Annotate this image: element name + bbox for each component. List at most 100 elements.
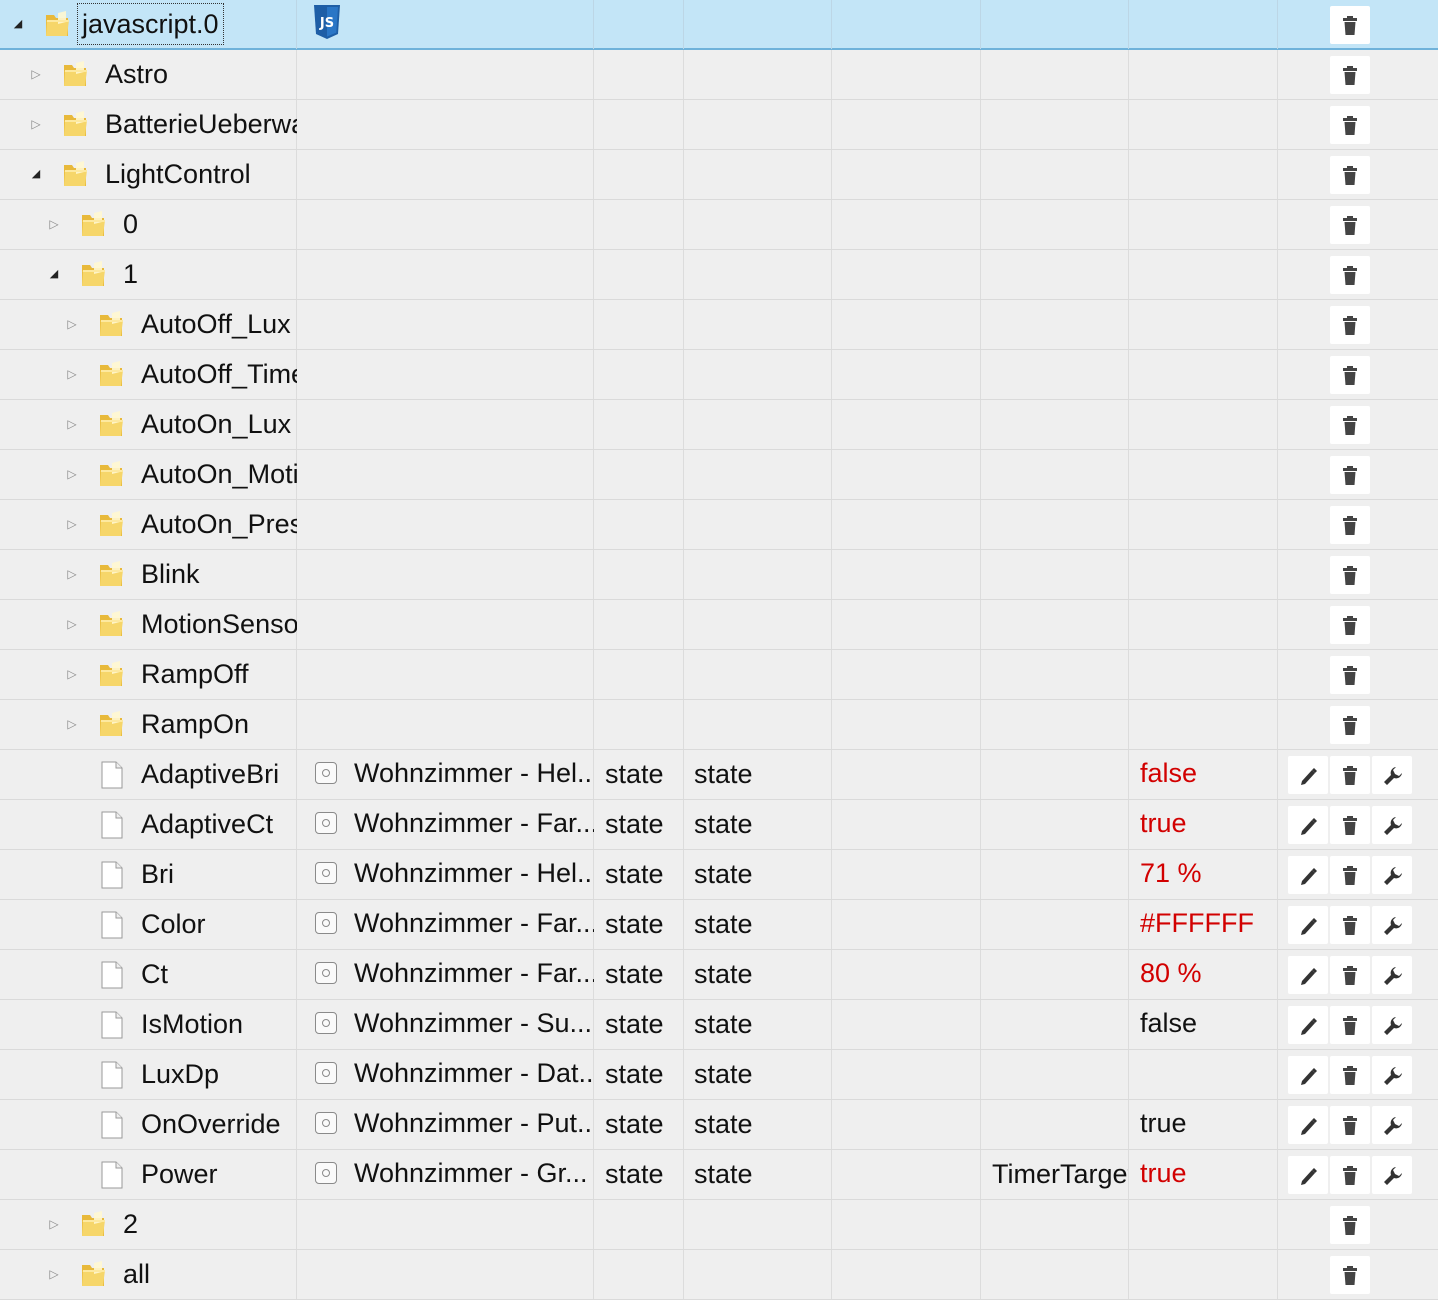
state-row[interactable]: Power Wohnzimmer - Gr... state state TimerTa…: [0, 1150, 1438, 1200]
object-id-label[interactable]: AutoOn_Lux: [141, 400, 297, 449]
collapse-toggle-icon[interactable]: ◢: [47, 267, 61, 281]
folder-row[interactable]: ▷ RampOn: [0, 700, 1438, 750]
settings-button[interactable]: [1372, 806, 1412, 844]
edit-button[interactable]: [1288, 1006, 1328, 1044]
expand-toggle-icon[interactable]: ▷: [29, 117, 43, 131]
folder-row[interactable]: ▷ MotionSensor: [0, 600, 1438, 650]
delete-button[interactable]: [1330, 756, 1370, 794]
object-id-label[interactable]: javascript.0: [77, 3, 224, 45]
settings-button[interactable]: [1372, 1106, 1412, 1144]
folder-row[interactable]: ▷ AutoOff_Lux: [0, 300, 1438, 350]
state-row[interactable]: OnOverride Wohnzimmer - Put... state state t…: [0, 1100, 1438, 1150]
folder-row[interactable]: ◢ LightControl: [0, 150, 1438, 200]
object-id-label[interactable]: RampOff: [141, 650, 297, 699]
settings-button[interactable]: [1372, 956, 1412, 994]
object-id-label[interactable]: OnOverride: [141, 1100, 297, 1149]
object-id-label[interactable]: Astro: [105, 50, 297, 99]
object-id-label[interactable]: 1: [123, 250, 297, 299]
delete-button[interactable]: [1330, 256, 1370, 294]
delete-button[interactable]: [1330, 1256, 1370, 1294]
object-id-label[interactable]: AdaptiveCt: [141, 800, 297, 849]
object-value[interactable]: true: [1140, 800, 1187, 847]
delete-button[interactable]: [1330, 106, 1370, 144]
settings-button[interactable]: [1372, 756, 1412, 794]
expand-toggle-icon[interactable]: ▷: [47, 1217, 61, 1231]
folder-row[interactable]: ▷ AutoOn_Prese: [0, 500, 1438, 550]
edit-button[interactable]: [1288, 856, 1328, 894]
tree-row-root[interactable]: ◢ javascript.0 JS: [0, 0, 1438, 50]
edit-button[interactable]: [1288, 956, 1328, 994]
object-id-label[interactable]: 0: [123, 200, 297, 249]
delete-button[interactable]: [1330, 406, 1370, 444]
delete-button[interactable]: [1330, 806, 1370, 844]
delete-button[interactable]: [1330, 906, 1370, 944]
delete-button[interactable]: [1330, 656, 1370, 694]
object-id-label[interactable]: AutoOn_Prese: [141, 500, 297, 549]
edit-button[interactable]: [1288, 756, 1328, 794]
object-id-label[interactable]: LuxDp: [141, 1050, 297, 1099]
folder-row[interactable]: ▷ RampOff: [0, 650, 1438, 700]
object-value[interactable]: true: [1140, 1100, 1187, 1147]
delete-button[interactable]: [1330, 456, 1370, 494]
object-id-label[interactable]: AdaptiveBri: [141, 750, 297, 799]
object-id-label[interactable]: BatterieUeberwa: [105, 100, 297, 149]
folder-row[interactable]: ▷ BatterieUeberwa: [0, 100, 1438, 150]
edit-button[interactable]: [1288, 1106, 1328, 1144]
settings-button[interactable]: [1372, 1006, 1412, 1044]
state-row[interactable]: Color Wohnzimmer - Far... state state #FFFFF…: [0, 900, 1438, 950]
expand-toggle-icon[interactable]: ▷: [65, 517, 79, 531]
collapse-toggle-icon[interactable]: ◢: [11, 17, 25, 31]
folder-row[interactable]: ▷ AutoOn_Moti: [0, 450, 1438, 500]
folder-row[interactable]: ▷ AutoOn_Lux: [0, 400, 1438, 450]
object-id-label[interactable]: 2: [123, 1200, 297, 1249]
state-row[interactable]: IsMotion Wohnzimmer - Su... state state fals…: [0, 1000, 1438, 1050]
folder-row[interactable]: ▷ 2: [0, 1200, 1438, 1250]
expand-toggle-icon[interactable]: ▷: [65, 717, 79, 731]
expand-toggle-icon[interactable]: ▷: [65, 367, 79, 381]
expand-toggle-icon[interactable]: ▷: [29, 67, 43, 81]
delete-button[interactable]: [1330, 556, 1370, 594]
expand-toggle-icon[interactable]: ▷: [65, 617, 79, 631]
delete-button[interactable]: [1330, 606, 1370, 644]
object-id-label[interactable]: Ct: [141, 950, 297, 999]
settings-button[interactable]: [1372, 856, 1412, 894]
object-id-label[interactable]: IsMotion: [141, 1000, 297, 1049]
delete-button[interactable]: [1330, 1006, 1370, 1044]
delete-button[interactable]: [1330, 56, 1370, 94]
delete-button[interactable]: [1330, 506, 1370, 544]
object-id-label[interactable]: RampOn: [141, 700, 297, 749]
object-id-label[interactable]: AutoOn_Moti: [141, 450, 297, 499]
object-id-label[interactable]: Blink: [141, 550, 297, 599]
state-row[interactable]: LuxDp Wohnzimmer - Dat... state state: [0, 1050, 1438, 1100]
edit-button[interactable]: [1288, 906, 1328, 944]
expand-toggle-icon[interactable]: ▷: [47, 217, 61, 231]
edit-button[interactable]: [1288, 1156, 1328, 1194]
settings-button[interactable]: [1372, 1056, 1412, 1094]
state-row[interactable]: Bri Wohnzimmer - Hel... state state 71 %: [0, 850, 1438, 900]
delete-button[interactable]: [1330, 356, 1370, 394]
state-row[interactable]: AdaptiveCt Wohnzimmer - Far... state state t…: [0, 800, 1438, 850]
object-id-label[interactable]: MotionSensor: [141, 600, 297, 649]
folder-row[interactable]: ▷ Astro: [0, 50, 1438, 100]
delete-button[interactable]: [1330, 1106, 1370, 1144]
object-id-label[interactable]: LightControl: [105, 150, 297, 199]
object-id-label[interactable]: AutoOff_Time: [141, 350, 297, 399]
delete-button[interactable]: [1330, 1056, 1370, 1094]
expand-toggle-icon[interactable]: ▷: [65, 667, 79, 681]
delete-button[interactable]: [1330, 856, 1370, 894]
delete-button[interactable]: [1330, 6, 1370, 44]
object-id-label[interactable]: Power: [141, 1150, 297, 1199]
object-value[interactable]: true: [1140, 1150, 1187, 1197]
edit-button[interactable]: [1288, 806, 1328, 844]
object-id-label[interactable]: Color: [141, 900, 297, 949]
collapse-toggle-icon[interactable]: ◢: [29, 167, 43, 181]
state-row[interactable]: AdaptiveBri Wohnzimmer - Hel... state state…: [0, 750, 1438, 800]
delete-button[interactable]: [1330, 1156, 1370, 1194]
object-id-label[interactable]: AutoOff_Lux: [141, 300, 297, 349]
folder-row[interactable]: ▷ AutoOff_Time: [0, 350, 1438, 400]
edit-button[interactable]: [1288, 1056, 1328, 1094]
folder-row[interactable]: ◢ 1: [0, 250, 1438, 300]
expand-toggle-icon[interactable]: ▷: [65, 467, 79, 481]
expand-toggle-icon[interactable]: ▷: [47, 1267, 61, 1281]
expand-toggle-icon[interactable]: ▷: [65, 317, 79, 331]
